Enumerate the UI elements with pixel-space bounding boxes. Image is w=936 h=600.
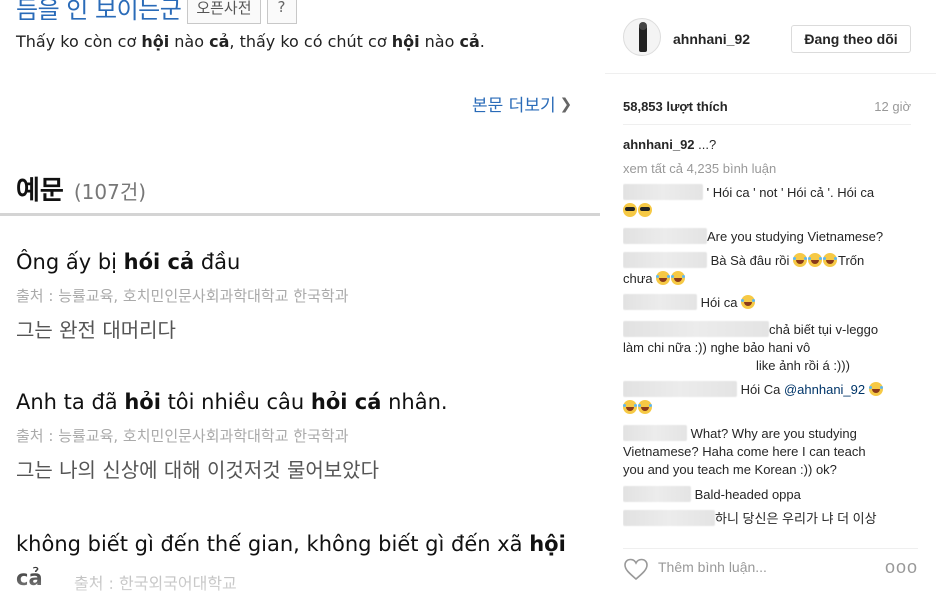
- comment-item: Bà Sà đâu rồi Trốn chưa: [623, 252, 865, 286]
- blurred-username[interactable]: [623, 228, 707, 244]
- sunglasses-emoji-icon: [638, 203, 652, 217]
- post-time[interactable]: 12 giờ: [874, 99, 911, 114]
- view-all-comments-link[interactable]: xem tất cả 4,235 bình luận: [623, 161, 776, 176]
- example-source: 출처 : 능률교육, 호치민인문사회과학대학교 한국학과: [16, 287, 349, 305]
- comment-item: ' Hói ca ' not ' Hói cả '. Hói ca: [623, 184, 915, 220]
- comment-list[interactable]: ' Hói ca ' not ' Hói cả '. Hói ca Are yo…: [623, 180, 918, 528]
- more-options-icon[interactable]: ooo: [885, 557, 918, 578]
- comment-footer: Thêm bình luận... ooo: [623, 548, 918, 588]
- comment-item: 하니 당신은 우리가 냐 더 이상: [623, 510, 915, 528]
- blurred-username[interactable]: [623, 252, 707, 268]
- comment-item: Hói Ca @ahnhani_92: [623, 381, 915, 417]
- section-divider: [0, 213, 600, 216]
- laughing-emoji-icon: [823, 253, 837, 267]
- entry-header: 듬을 인 보이는군 오픈사전 ?: [16, 0, 297, 25]
- laughing-emoji-icon: [656, 271, 671, 285]
- caption-text: ...?: [694, 137, 717, 152]
- blurred-username[interactable]: [623, 321, 769, 337]
- avatar-head: [639, 22, 647, 30]
- chevron-right-icon: ❯: [559, 94, 573, 113]
- post-header: ahnhani_92 Đang theo dõi: [605, 0, 936, 74]
- laughing-emoji-icon: [793, 253, 807, 267]
- following-button[interactable]: Đang theo dõi: [791, 25, 911, 53]
- blurred-username[interactable]: [623, 294, 697, 310]
- examples-count: (107건): [73, 180, 147, 204]
- laughing-emoji-icon: [638, 400, 652, 414]
- example-item: Ông ấy bị hói cả đầu 출처 : 능률교육, 호치민인문사회과…: [16, 245, 586, 343]
- comment-item: chả biết tụi v-leggo làm chi nữa :)) ngh…: [623, 321, 879, 373]
- username[interactable]: ahnhani_92: [673, 31, 750, 47]
- blurred-username[interactable]: [623, 510, 715, 526]
- dictionary-page: 듬을 인 보이는군 오픈사전 ? Thấy ko còn cơ hội nào …: [0, 0, 600, 600]
- heart-icon[interactable]: [623, 557, 649, 581]
- blurred-username[interactable]: [623, 381, 737, 397]
- example-source: 출처 : 능률교육, 호치민인문사회과학대학교 한국학과: [16, 427, 349, 445]
- comment-item: What? Why are you studying Vietnamese? H…: [623, 425, 866, 477]
- sunglasses-emoji-icon: [623, 203, 637, 217]
- divider: [623, 124, 911, 125]
- laughing-emoji-icon: [868, 382, 883, 396]
- blurred-username[interactable]: [623, 486, 691, 502]
- meaning-text: Thấy ko còn cơ hội nào cả, thấy ko có ch…: [16, 32, 485, 51]
- likes-count[interactable]: 58,853 lượt thích: [623, 99, 728, 114]
- example-source: 출처 : 한국외국어대학교: [74, 574, 237, 593]
- open-dictionary-button[interactable]: 오픈사전: [187, 0, 261, 24]
- more-content-label[interactable]: 본문 더보기: [472, 91, 556, 116]
- comment-item: Are you studying Vietnamese?: [623, 228, 915, 246]
- add-comment-input[interactable]: Thêm bình luận...: [658, 559, 767, 575]
- laughing-emoji-icon: [741, 295, 756, 309]
- comment-item: Hói ca: [623, 294, 915, 312]
- examples-heading: 예문 (107건): [16, 170, 146, 207]
- laughing-emoji-icon: [623, 400, 637, 414]
- example-korean: 그는 완전 대머리다: [16, 318, 176, 342]
- blurred-username[interactable]: [623, 425, 687, 441]
- post-caption: ahnhani_92 ...?: [623, 137, 716, 152]
- caption-username[interactable]: ahnhani_92: [623, 137, 695, 152]
- example-korean: 그는 나의 신상에 대해 이것저것 물어보았다: [16, 458, 379, 482]
- laughing-emoji-icon: [808, 253, 822, 267]
- comment-item: Bald-headed oppa: [623, 486, 915, 504]
- entry-word[interactable]: 듬을 인 보이는군: [16, 0, 182, 25]
- example-vietnamese: Ông ấy bị hói cả đầu: [16, 250, 241, 274]
- avatar[interactable]: [623, 18, 661, 56]
- more-content-link[interactable]: 본문 더보기 ❯: [472, 91, 573, 117]
- examples-title: 예문: [16, 176, 64, 206]
- blurred-username[interactable]: [623, 184, 703, 200]
- help-button[interactable]: ?: [266, 0, 297, 24]
- example-item: Anh ta đã hỏi tôi nhiều câu hỏi cá nhân.…: [16, 385, 586, 483]
- example-vietnamese: Anh ta đã hỏi tôi nhiều câu hỏi cá nhân.: [16, 390, 448, 414]
- mention-link[interactable]: @ahnhani_92: [784, 382, 865, 397]
- laughing-emoji-icon: [671, 271, 686, 285]
- instagram-panel: ahnhani_92 Đang theo dõi 58,853 lượt thí…: [605, 0, 936, 600]
